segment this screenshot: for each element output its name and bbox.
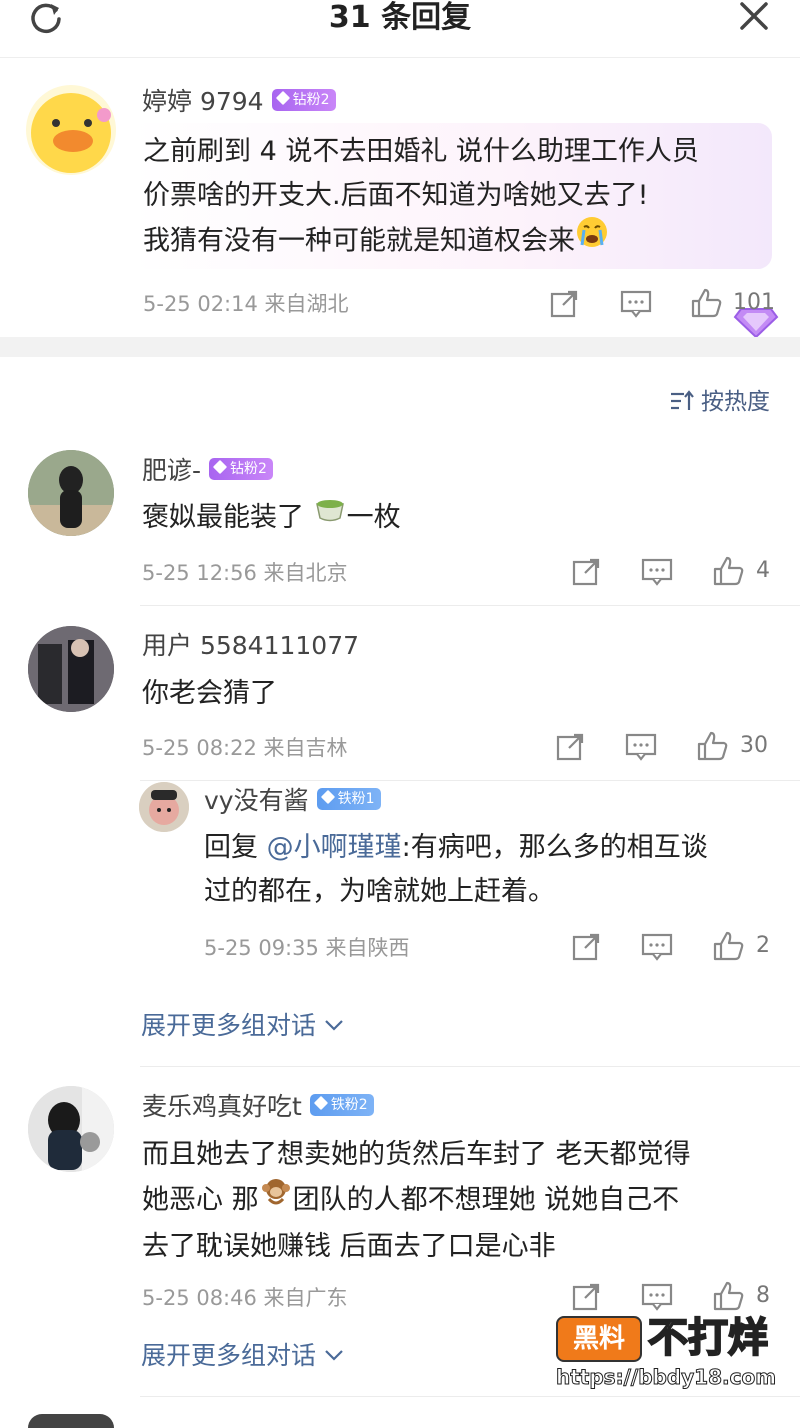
badge-label: 铁粉1	[337, 791, 375, 807]
comment-icon[interactable]	[625, 732, 657, 762]
share-icon[interactable]	[571, 932, 601, 962]
comment-icon[interactable]	[641, 932, 673, 962]
sort-button[interactable]: 按热度	[669, 388, 770, 416]
comment-text-part: 一枚	[346, 502, 401, 533]
comment-divider	[140, 1396, 800, 1397]
username-text[interactable]: 婷婷 9794	[142, 87, 264, 116]
comment-text: 褒姒最能装了 一枚	[142, 496, 401, 541]
expand-label: 展开更多组对话	[141, 1341, 317, 1370]
like-icon[interactable]	[712, 930, 744, 961]
reply-line-text: :有病吧，那么多的相互谈	[401, 832, 708, 863]
username-text[interactable]: 麦乐鸡真好吃t	[142, 1092, 302, 1121]
comment-text: 你老会猜了	[142, 678, 277, 709]
like-count: 30	[740, 733, 768, 758]
badge-label: 钻粉2	[292, 92, 330, 108]
avatar[interactable]	[28, 1086, 114, 1172]
mention-link[interactable]: @小啊瑾瑾	[267, 832, 402, 863]
watermark-box: 黑料	[556, 1316, 642, 1362]
watermark-title: 不打烊	[647, 1314, 769, 1362]
crying-face-icon	[575, 215, 609, 263]
like-count: 8	[756, 1283, 770, 1308]
expand-label: 展开更多组对话	[141, 1011, 317, 1040]
page-title: 31 条回复	[328, 0, 472, 35]
like-count: 4	[756, 558, 770, 583]
share-icon[interactable]	[549, 289, 579, 319]
monkey-icon	[259, 1174, 293, 1222]
comment-icon[interactable]	[620, 289, 652, 319]
comment-divider	[140, 605, 800, 606]
comment-meta: 5-25 08:46 来自广东	[142, 1286, 348, 1310]
expand-conversation-link[interactable]: 展开更多组对话	[141, 1341, 344, 1371]
reply-header: 31 条回复	[0, 0, 800, 58]
tea-cup-icon	[313, 494, 347, 538]
watermark: 黑料 不打烊 https://bbdy18.com	[555, 1314, 786, 1396]
watermark-url: https://bbdy18.com	[555, 1365, 777, 1390]
username[interactable]: 麦乐鸡真好吃t 铁粉2	[142, 1092, 374, 1122]
close-icon[interactable]	[734, 0, 774, 36]
comment-meta: 5-25 08:22 来自吉林	[142, 736, 348, 760]
like-count: 2	[756, 933, 770, 958]
sort-label: 按热度	[701, 389, 770, 415]
reply-line: 过的都在，为啥就她上赶着。	[204, 876, 555, 907]
fan-badge: 钻粉2	[271, 89, 336, 111]
username[interactable]: 婷婷 9794 钻粉2	[142, 87, 336, 117]
like-icon[interactable]	[690, 287, 722, 318]
like-icon[interactable]	[712, 555, 744, 586]
avatar[interactable]	[28, 450, 114, 536]
comment-line: 去了耽误她赚钱 后面去了口是心非	[142, 1231, 556, 1262]
username[interactable]: 用户 5584111077	[142, 631, 359, 661]
comment-divider	[140, 1066, 800, 1067]
avatar[interactable]	[28, 626, 114, 712]
username-text[interactable]: vy没有酱	[204, 786, 309, 815]
comment-line: 之前刷到 4 说不去田婚礼 说什么助理工作人员	[143, 136, 699, 167]
avatar[interactable]	[26, 85, 116, 175]
chevron-down-icon	[325, 1350, 343, 1361]
share-icon[interactable]	[555, 732, 585, 762]
avatar[interactable]	[28, 1414, 114, 1428]
comment-line: 我猜有没有一种可能就是知道权会来	[143, 215, 699, 266]
reply-text: 回复 @小啊瑾瑾:有病吧，那么多的相互谈 过的都在，为啥就她上赶着。	[204, 826, 708, 914]
share-icon[interactable]	[571, 557, 601, 587]
comment-line-text: 她恶心 那	[142, 1184, 259, 1216]
comment-icon[interactable]	[641, 557, 673, 587]
fan-badge: 铁粉1	[316, 788, 381, 810]
chevron-down-icon	[325, 1020, 343, 1031]
fan-badge: 铁粉2	[309, 1094, 374, 1116]
username[interactable]: 肥谚- 钻粉2	[142, 456, 273, 486]
comment-meta: 5-25 02:14 来自湖北	[143, 292, 349, 316]
gem-icon	[275, 90, 290, 106]
comment-text-part: 褒姒最能装了	[142, 502, 313, 533]
expand-conversation-link[interactable]: 展开更多组对话	[141, 1011, 344, 1041]
like-count: 101	[733, 290, 775, 315]
comment-line: 而且她去了想卖她的货然后车封了 老天都觉得	[142, 1139, 691, 1170]
comment-line-text: 团队的人都不想理她 说她自己不	[292, 1184, 680, 1216]
username-text[interactable]: 肥谚-	[142, 456, 201, 485]
fan-badge: 钻粉2	[209, 458, 273, 480]
badge-label: 钻粉2	[230, 461, 267, 477]
gem-icon	[320, 789, 335, 805]
avatar[interactable]	[139, 782, 189, 832]
gem-icon	[212, 459, 228, 475]
gem-icon	[313, 1095, 328, 1111]
like-icon[interactable]	[712, 1280, 744, 1311]
reply-line: 回复 @小啊瑾瑾:有病吧，那么多的相互谈	[204, 826, 708, 870]
comment-text: 而且她去了想卖她的货然后车封了 老天都觉得 她恶心 那 团队的人都不想理她 说她自…	[142, 1133, 691, 1269]
comment-text: 之前刷到 4 说不去田婚礼 说什么助理工作人员 价票啥的开支大.后面不知道为啥她…	[143, 130, 699, 266]
comment-line-text: 我猜有没有一种可能就是知道权会来	[143, 225, 575, 257]
sort-icon	[671, 389, 694, 410]
section-divider	[0, 337, 800, 357]
comment-divider	[140, 780, 800, 781]
comment-line: 价票啥的开支大.后面不知道为啥她又去了!	[143, 180, 649, 211]
badge-label: 铁粉2	[330, 1097, 368, 1113]
comment-line: 她恶心 那 团队的人都不想理她 说她自己不	[142, 1177, 691, 1225]
main-comment: 婷婷 9794 钻粉2 之前刷到 4 说不去田婚礼 说什么助理工作人员 价票啥的开…	[0, 59, 800, 339]
comment-meta: 5-25 12:56 来自北京	[142, 561, 348, 585]
share-icon[interactable]	[571, 1282, 601, 1312]
reply-prefix: 回复	[204, 832, 267, 863]
comment-icon[interactable]	[641, 1282, 673, 1312]
username[interactable]: vy没有酱 铁粉1	[204, 786, 381, 816]
comment-meta: 5-25 09:35 来自陕西	[204, 936, 410, 960]
like-icon[interactable]	[696, 730, 728, 761]
